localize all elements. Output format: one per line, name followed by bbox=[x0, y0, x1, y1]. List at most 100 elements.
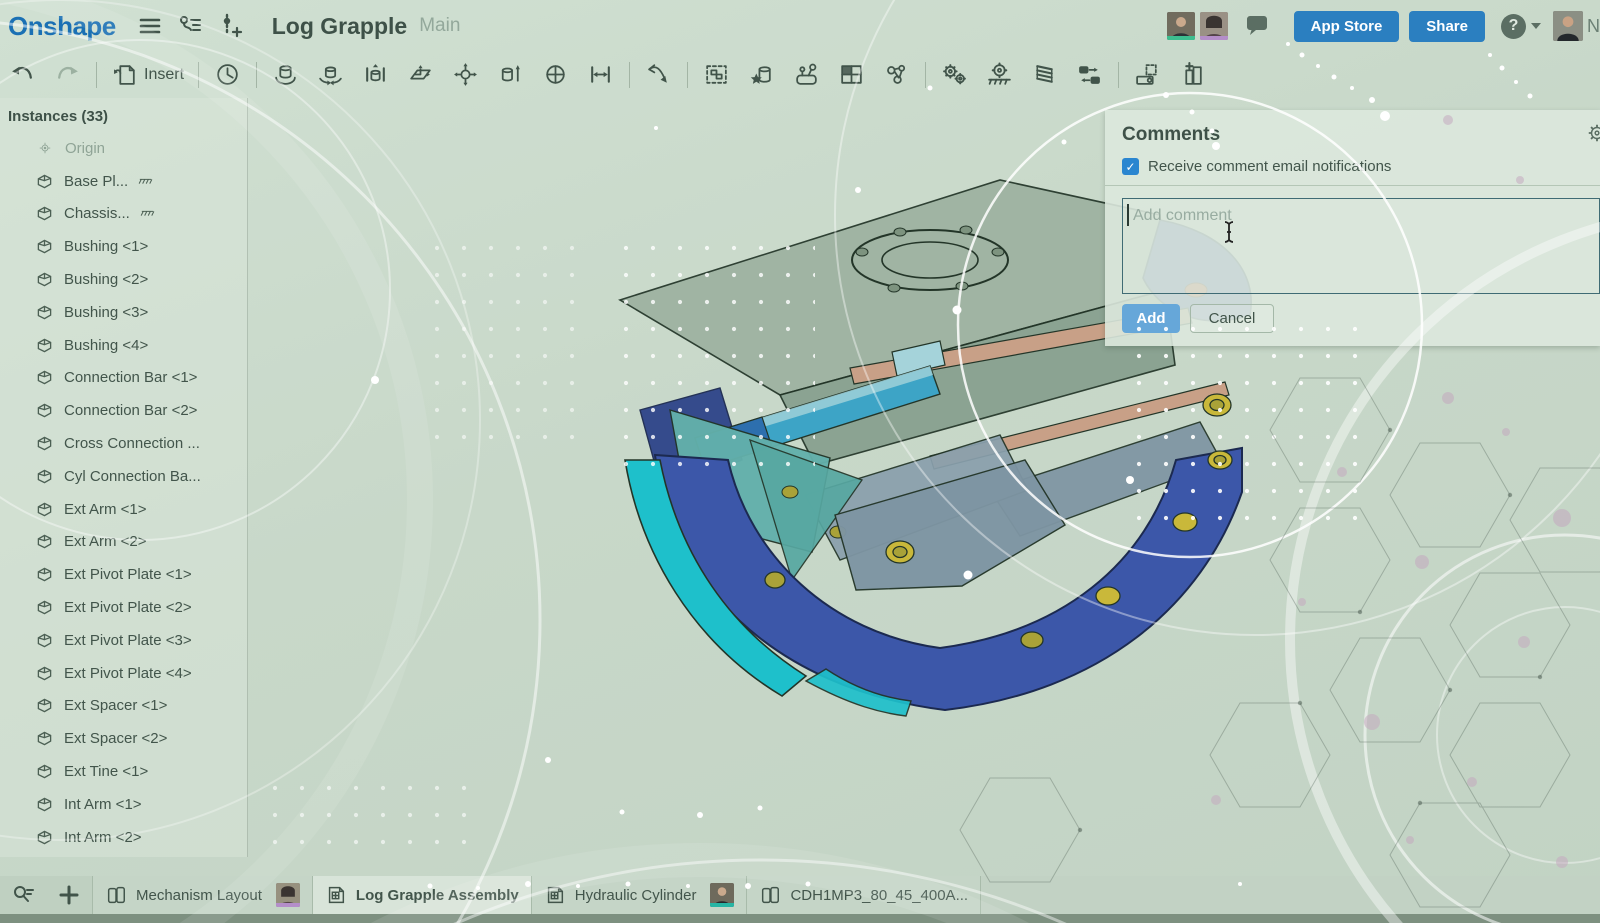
collaborator-avatar-1[interactable] bbox=[1167, 12, 1195, 40]
revolute-mate-icon[interactable] bbox=[317, 61, 344, 88]
ball-mate-icon[interactable] bbox=[452, 61, 479, 88]
instance-row[interactable]: Ext Pivot Plate <4> bbox=[8, 657, 247, 690]
instance-row[interactable]: Bushing <3> bbox=[8, 296, 247, 329]
document-tab-bar: Mechanism Layout Log Grapple Assembly Hy… bbox=[0, 876, 1600, 923]
collaborator-avatar-2[interactable] bbox=[1200, 12, 1228, 40]
instance-row[interactable]: Ext Spacer <2> bbox=[8, 722, 247, 755]
assembly-document-icon bbox=[325, 884, 347, 906]
current-user-avatar[interactable] bbox=[1553, 11, 1583, 41]
instance-row[interactable]: Cross Connection ... bbox=[8, 427, 247, 460]
configurations-icon[interactable] bbox=[838, 61, 865, 88]
belt-relation-icon[interactable] bbox=[1076, 61, 1103, 88]
part-icon bbox=[34, 466, 55, 487]
instance-row[interactable]: Ext Arm <1> bbox=[8, 493, 247, 526]
add-comment-input[interactable] bbox=[1122, 198, 1600, 294]
search-tabs-button[interactable] bbox=[0, 876, 46, 914]
assembly-toolbar: Insert bbox=[0, 52, 1600, 97]
origin-icon bbox=[38, 141, 52, 155]
mechanism-icon[interactable] bbox=[883, 61, 910, 88]
instance-row[interactable]: Int Arm <1> bbox=[8, 788, 247, 821]
fixed-icon bbox=[137, 173, 154, 190]
instance-row[interactable]: Base Pl... bbox=[8, 165, 247, 198]
tab-cdh1mp3[interactable]: CDH1MP3_80_45_400A... bbox=[746, 876, 980, 914]
tab-collaborator-avatar bbox=[710, 883, 734, 907]
instance-row[interactable]: Int Arm <2> bbox=[8, 821, 247, 854]
onshape-logo[interactable]: Onshape bbox=[8, 11, 116, 42]
exploded-view-icon[interactable] bbox=[1134, 61, 1161, 88]
named-positions-icon[interactable] bbox=[793, 61, 820, 88]
gear-relation-icon[interactable] bbox=[941, 61, 968, 88]
insert-label[interactable]: Insert bbox=[144, 66, 184, 84]
cancel-comment-button[interactable]: Cancel bbox=[1190, 304, 1274, 333]
tab-hydraulic-cylinder[interactable]: Hydraulic Cylinder bbox=[531, 876, 747, 914]
toolbar-separator bbox=[256, 62, 257, 88]
instance-row[interactable]: Ext Pivot Plate <3> bbox=[8, 624, 247, 657]
tab-log-grapple-assembly[interactable]: Log Grapple Assembly bbox=[312, 876, 531, 914]
parallel-mate-icon[interactable] bbox=[587, 61, 614, 88]
feature-icon[interactable] bbox=[748, 61, 775, 88]
share-button[interactable]: Share bbox=[1409, 11, 1485, 42]
mouse-ibeam-cursor bbox=[1223, 220, 1235, 244]
instance-label: Connection Bar <2> bbox=[64, 402, 197, 419]
main-menu-icon[interactable] bbox=[137, 13, 163, 39]
history-icon[interactable] bbox=[214, 61, 241, 88]
insert-icon[interactable] bbox=[112, 61, 139, 88]
part-icon bbox=[34, 433, 55, 454]
email-notifications-label[interactable]: Receive comment email notifications bbox=[1148, 158, 1391, 175]
help-icon[interactable]: ? bbox=[1501, 14, 1526, 39]
instance-row[interactable]: Ext Pivot Plate <2> bbox=[8, 591, 247, 624]
comments-settings-gear-icon[interactable] bbox=[1586, 122, 1600, 144]
part-icon bbox=[34, 827, 55, 848]
instance-row[interactable]: Ext Tine <1> bbox=[8, 755, 247, 788]
mate-connector-icon[interactable] bbox=[645, 61, 672, 88]
email-notifications-checkbox[interactable]: ✓ bbox=[1122, 158, 1139, 175]
versions-icon[interactable] bbox=[177, 13, 203, 39]
instance-row[interactable]: Cyl Connection Ba... bbox=[8, 460, 247, 493]
instance-label: Ext Pivot Plate <3> bbox=[64, 632, 192, 649]
instance-label: Ext Spacer <2> bbox=[64, 730, 167, 747]
instance-row-origin[interactable]: Origin bbox=[8, 132, 247, 165]
create-drawing-icon[interactable] bbox=[1179, 61, 1206, 88]
add-comment-button[interactable]: Add bbox=[1122, 304, 1180, 333]
insert-new-item-icon[interactable] bbox=[217, 13, 243, 39]
rack-pinion-relation-icon[interactable] bbox=[986, 61, 1013, 88]
instance-label: Bushing <1> bbox=[64, 238, 148, 255]
instance-row[interactable]: Ext Arm <2> bbox=[8, 526, 247, 559]
cylindrical-mate-icon[interactable] bbox=[497, 61, 524, 88]
pin-slot-mate-icon[interactable] bbox=[542, 61, 569, 88]
instances-header[interactable]: Instances (33) bbox=[8, 108, 247, 125]
instance-row[interactable]: Ext Pivot Plate <1> bbox=[8, 558, 247, 591]
app-store-button[interactable]: App Store bbox=[1294, 11, 1400, 42]
instance-row[interactable]: Ext Spacer <1> bbox=[8, 690, 247, 723]
presence-indicator-green bbox=[1167, 36, 1195, 40]
search-tabs-icon bbox=[11, 883, 35, 907]
slider-mate-icon[interactable] bbox=[362, 61, 389, 88]
instance-row[interactable]: Bushing <4> bbox=[8, 329, 247, 362]
planar-mate-icon[interactable] bbox=[407, 61, 434, 88]
help-menu[interactable]: ? bbox=[1501, 14, 1541, 39]
instance-label: Origin bbox=[65, 140, 105, 157]
instance-row[interactable]: Connection Bar <1> bbox=[8, 362, 247, 395]
select-group-icon[interactable] bbox=[703, 61, 730, 88]
redo-icon[interactable] bbox=[54, 61, 81, 88]
toolbar-separator bbox=[629, 62, 630, 88]
instance-row[interactable]: Bushing <2> bbox=[8, 263, 247, 296]
new-tab-button[interactable] bbox=[46, 876, 92, 914]
tab-label: Mechanism Layout bbox=[136, 887, 262, 904]
fixed-icon bbox=[139, 205, 156, 222]
toolbar-separator bbox=[1118, 62, 1119, 88]
instance-label: Connection Bar <1> bbox=[64, 369, 197, 386]
fastened-mate-icon[interactable] bbox=[272, 61, 299, 88]
instance-row[interactable]: Connection Bar <2> bbox=[8, 394, 247, 427]
instance-row[interactable]: Chassis... bbox=[8, 198, 247, 231]
workspace-label[interactable]: Main bbox=[419, 15, 460, 37]
presence-indicator-purple bbox=[1200, 36, 1228, 40]
screw-relation-icon[interactable] bbox=[1031, 61, 1058, 88]
part-icon bbox=[34, 794, 55, 815]
undo-icon[interactable] bbox=[9, 61, 36, 88]
part-icon bbox=[34, 269, 55, 290]
comments-bubble-icon[interactable] bbox=[1244, 13, 1270, 39]
tab-mechanism-layout[interactable]: Mechanism Layout bbox=[92, 876, 312, 914]
chevron-down-icon bbox=[1531, 23, 1541, 29]
instance-row[interactable]: Bushing <1> bbox=[8, 230, 247, 263]
